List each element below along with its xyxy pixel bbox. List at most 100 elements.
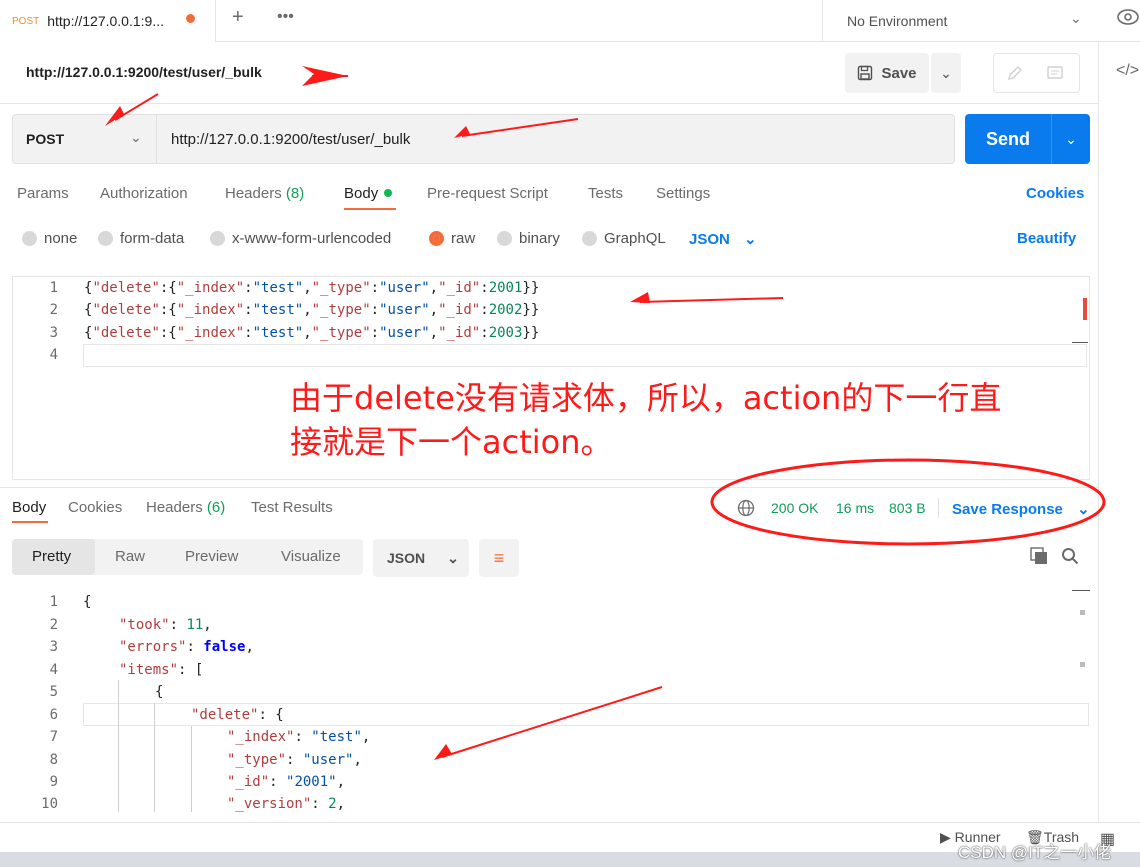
eye-icon[interactable] [1116,8,1140,26]
line-number: 1 [49,280,58,296]
line-number: 2 [49,302,58,318]
radio-label: GraphQL [604,230,666,247]
active-tab-underline [344,208,396,210]
method-label: POST [26,131,65,147]
radio-binary[interactable]: binary [497,230,560,247]
response-size[interactable]: 803 B [889,500,926,516]
cookies-link[interactable]: Cookies [1026,185,1084,202]
body-format-label: JSON [689,231,730,248]
request-tab[interactable]: POST http://127.0.0.1:9... [0,0,216,42]
view-visualize[interactable]: Visualize [281,548,341,565]
code-snippet-icon[interactable]: </> [1116,62,1139,80]
view-raw[interactable]: Raw [115,548,145,565]
wrap-lines-icon[interactable]: ≡ [479,539,519,577]
json-key: "items" [119,662,179,678]
body-format-select[interactable]: JSON ⌄ [689,230,757,248]
line-number: 6 [49,707,58,723]
pencil-icon[interactable] [1006,64,1024,82]
doc-id: 2002 [488,302,523,318]
more-tabs-icon[interactable]: ••• [277,8,294,26]
radio-form-data[interactable]: form-data [98,230,184,247]
response-tab-headers[interactable]: Headers (6) [146,499,225,516]
chevron-down-icon: ⌄ [744,231,757,248]
line-number: 7 [49,729,58,745]
radio-label: form-data [120,230,185,247]
url-input[interactable]: http://127.0.0.1:9200/test/user/_bulk [157,114,955,164]
response-headers-count: (6) [206,499,226,516]
code-line: "_version": 2, [227,796,346,812]
divider [0,487,1098,488]
chevron-down-icon: ⌄ [130,129,142,145]
response-tab-body[interactable]: Body [12,499,46,516]
tab-authorization[interactable]: Authorization [100,185,188,202]
radio-none[interactable]: none [22,230,77,247]
code-line: {"delete":{"_index":"test","_type":"user… [84,302,540,318]
send-button[interactable]: Send [965,114,1051,164]
radio-icon [497,231,512,246]
scrollbar-marker [1083,298,1087,320]
line-number: 8 [49,752,58,768]
status-code[interactable]: 200 OK [771,500,818,516]
divider [0,103,1098,104]
response-tab-cookies[interactable]: Cookies [68,499,122,516]
comment-icon[interactable] [1046,64,1064,82]
save-response-button[interactable]: Save Response ⌄ [952,500,1090,518]
request-title: http://127.0.0.1:9200/test/user/_bulk [26,64,262,80]
radio-graphql[interactable]: GraphQL [582,230,666,247]
tab-params[interactable]: Params [17,185,69,202]
line-number: 5 [49,684,58,700]
send-label: Send [985,128,1030,149]
play-icon: ▶ [940,829,951,845]
save-button[interactable]: Save [845,53,929,93]
radio-icon [98,231,113,246]
tab-tests[interactable]: Tests [588,185,623,202]
send-options-button[interactable]: ⌄ [1051,114,1090,164]
radio-label: x-www-form-urlencoded [232,230,392,247]
code-line: "items": [ [119,662,204,678]
json-key: "_id" [227,774,270,790]
radio-urlencoded[interactable]: x-www-form-urlencoded [210,230,391,247]
environment-label: No Environment [847,13,948,29]
copy-icon[interactable] [1030,547,1048,565]
view-pretty[interactable]: Pretty [32,548,71,565]
environment-select[interactable]: No Environment [822,0,1098,42]
watermark: CSDN @IT之一小佬 [958,843,1112,862]
beautify-button[interactable]: Beautify [1017,230,1076,247]
tab-prerequest[interactable]: Pre-request Script [427,185,548,202]
json-value: "user" [302,752,354,768]
edit-comment-group [993,53,1080,93]
json-value: 11 [186,617,204,633]
doc-id: 2003 [488,325,523,341]
annotation-text: 由于delete没有请求体，所以，action的下一行直 接就是下一个actio… [290,376,1030,464]
scrollbar-marker [1080,662,1085,667]
radio-raw[interactable]: raw [429,230,475,247]
chevron-down-icon: ⌄ [1065,130,1077,147]
search-icon[interactable] [1061,547,1079,565]
save-options-button[interactable]: ⌄ [931,53,961,93]
code-line: "_index": "test", [227,729,371,745]
json-value: 2 [328,796,337,812]
current-line-highlight [83,344,1087,367]
response-tab-tests[interactable]: Test Results [251,499,333,516]
chevron-down-icon: ⌄ [1077,501,1090,518]
view-preview[interactable]: Preview [185,548,238,565]
json-key: "_type" [227,752,287,768]
response-format-select[interactable]: JSON ⌄ [373,539,469,577]
tab-settings[interactable]: Settings [656,185,710,202]
json-value: "test" [311,729,362,745]
tab-method: POST [12,15,40,27]
code-line: "_type": "user", [227,752,362,768]
globe-icon[interactable] [737,499,755,517]
chevron-down-icon: ⌄ [447,549,459,566]
code-line: { [155,684,164,700]
new-tab-plus-icon[interactable]: + [232,6,244,29]
radio-label: raw [451,230,476,247]
radio-selected-icon [429,231,444,246]
scrollbar-marker [1072,342,1088,343]
tab-headers[interactable]: Headers (8) [225,185,304,202]
tab-body[interactable]: Body [344,185,393,202]
json-key: "errors" [119,639,187,655]
response-time[interactable]: 16 ms [836,500,874,516]
annotation-line-2: 接就是下一个action。 [290,423,613,461]
code-line: "_id": "2001", [227,774,346,790]
